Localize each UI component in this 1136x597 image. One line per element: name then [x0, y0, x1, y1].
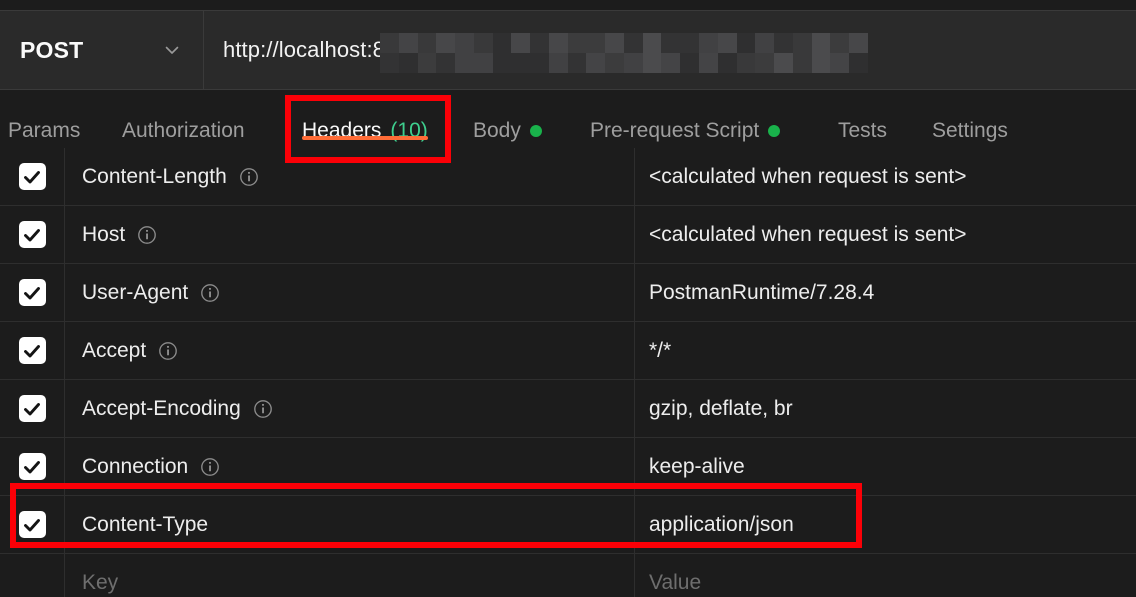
body-modified-dot-icon [529, 125, 542, 137]
header-value-text: */* [649, 338, 672, 362]
tab-authorization[interactable]: Authorization [122, 91, 245, 148]
header-value-text: keep-alive [649, 454, 745, 478]
new-header-key-input[interactable]: Key [65, 554, 635, 597]
header-key-text: Accept-Encoding [82, 396, 241, 420]
header-value-input[interactable]: */* [635, 322, 1136, 379]
header-key-text: User-Agent [82, 280, 189, 304]
checkmark-icon [18, 453, 46, 480]
headers-table: Content-Length <calculated when request i… [0, 148, 1136, 597]
header-enabled-checkbox[interactable] [0, 264, 65, 321]
header-value-text: application/json [649, 512, 794, 536]
header-key-input[interactable]: Accept [65, 322, 635, 379]
checkmark-icon [18, 221, 46, 248]
request-url-bar: POST http://localhost:8 [0, 10, 1136, 90]
table-row: Accept */* [0, 322, 1136, 380]
info-icon[interactable] [158, 341, 178, 361]
header-key-text: Connection [82, 454, 189, 478]
table-row-new-entry: Key Value [0, 554, 1136, 597]
active-tab-underline [302, 136, 428, 140]
http-method-label: POST [20, 36, 84, 63]
new-header-key-placeholder: Key [82, 570, 119, 594]
table-row: User-Agent PostmanRuntime/7.28.4 [0, 264, 1136, 322]
table-row: Content-Type application/json [0, 496, 1136, 554]
table-row: Connection keep-alive [0, 438, 1136, 496]
header-key-input[interactable]: User-Agent [65, 264, 635, 321]
header-value-input[interactable]: PostmanRuntime/7.28.4 [635, 264, 1136, 321]
table-row: Accept-Encoding gzip, deflate, br [0, 380, 1136, 438]
header-key-input[interactable]: Host [65, 206, 635, 263]
new-header-value-input[interactable]: Value [635, 554, 1136, 597]
header-value-input[interactable]: gzip, deflate, br [635, 380, 1136, 437]
info-icon[interactable] [137, 225, 157, 245]
table-row: Content-Length <calculated when request i… [0, 148, 1136, 206]
header-key-input[interactable]: Accept-Encoding [65, 380, 635, 437]
http-method-dropdown[interactable]: POST [0, 11, 204, 89]
header-enabled-checkbox[interactable] [0, 380, 65, 437]
header-value-input[interactable]: <calculated when request is sent> [635, 206, 1136, 263]
checkmark-icon [18, 395, 46, 422]
new-header-checkbox[interactable] [0, 554, 65, 597]
header-value-text: <calculated when request is sent> [649, 164, 967, 188]
postman-request-panel: POST http://localhost:8 Params Authoriza… [0, 0, 1136, 597]
tab-body[interactable]: Body [473, 91, 542, 148]
request-url-text: http://localhost:8 [223, 37, 386, 62]
header-key-input[interactable]: Content-Length [65, 148, 635, 205]
checkmark-icon [18, 337, 46, 364]
tab-settings[interactable]: Settings [932, 91, 1008, 148]
checkmark-icon [18, 279, 46, 306]
tab-headers[interactable]: Headers (10) [302, 91, 428, 148]
header-enabled-checkbox[interactable] [0, 322, 65, 379]
tab-tests[interactable]: Tests [838, 91, 887, 148]
new-header-value-placeholder: Value [649, 570, 702, 594]
info-icon[interactable] [200, 457, 220, 477]
info-icon[interactable] [253, 399, 273, 419]
checkmark-icon [18, 163, 46, 190]
header-value-text: PostmanRuntime/7.28.4 [649, 280, 875, 304]
header-key-text: Content-Type [82, 512, 209, 536]
header-enabled-checkbox[interactable] [0, 148, 65, 205]
tab-params[interactable]: Params [8, 91, 80, 148]
header-value-text: gzip, deflate, br [649, 396, 793, 420]
header-key-input[interactable]: Connection [65, 438, 635, 495]
header-value-text: <calculated when request is sent> [649, 222, 967, 246]
checkmark-icon [18, 511, 46, 538]
request-url-input[interactable]: http://localhost:8 [204, 11, 1136, 89]
header-key-text: Accept [82, 338, 147, 362]
table-row: Host <calculated when request is sent> [0, 206, 1136, 264]
pre-request-modified-dot-icon [768, 125, 781, 137]
header-value-input[interactable]: <calculated when request is sent> [635, 148, 1136, 205]
header-enabled-checkbox[interactable] [0, 438, 65, 495]
request-tab-bar: Params Authorization Headers (10) Body P… [0, 91, 1136, 148]
info-icon[interactable] [239, 167, 259, 187]
header-enabled-checkbox[interactable] [0, 206, 65, 263]
tab-pre-request-script[interactable]: Pre-request Script [590, 91, 781, 148]
header-key-input[interactable]: Content-Type [65, 496, 635, 553]
info-icon[interactable] [200, 283, 220, 303]
header-key-text: Content-Length [82, 164, 227, 188]
header-key-text: Host [82, 222, 126, 246]
chevron-down-icon [163, 41, 181, 59]
header-value-input[interactable]: keep-alive [635, 438, 1136, 495]
header-enabled-checkbox[interactable] [0, 496, 65, 553]
window-top-strip [0, 0, 1136, 10]
redacted-url-overlay [380, 33, 868, 73]
header-value-input[interactable]: application/json [635, 496, 1136, 553]
